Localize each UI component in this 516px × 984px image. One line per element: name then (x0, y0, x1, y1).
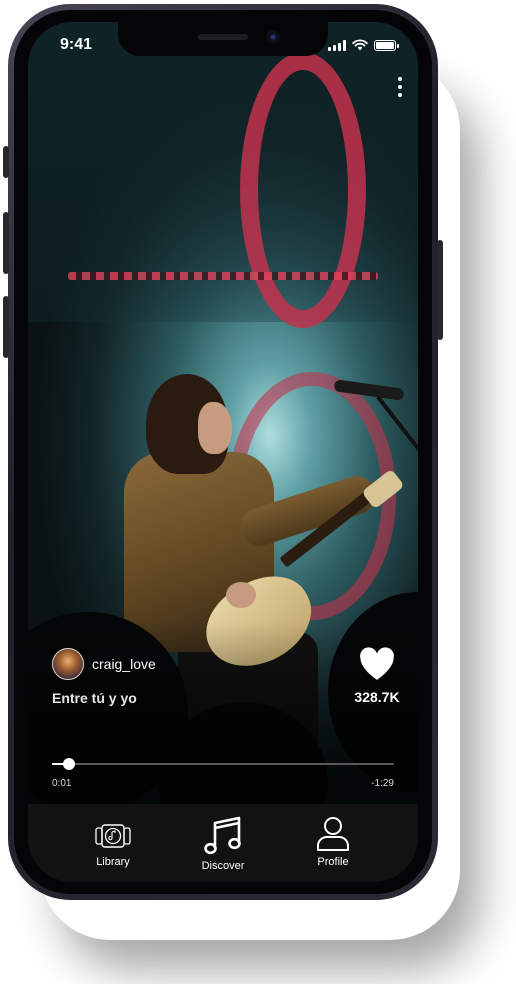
speaker-grille (198, 34, 248, 40)
tab-label-library: Library (96, 856, 130, 868)
like-count: 328.7K (354, 689, 400, 705)
avatar[interactable] (52, 648, 84, 680)
phone-screen: 9:41 craig_love Entre tú y yo 328.7K 0:0… (28, 22, 418, 882)
volume-up-button (3, 212, 9, 274)
heart-icon[interactable] (358, 646, 396, 682)
tab-library[interactable]: Library (58, 804, 168, 882)
concert-photo (28, 22, 418, 882)
power-button (437, 240, 443, 340)
action-button (3, 146, 9, 178)
notch (118, 22, 328, 56)
song-title: Entre tú y yo (52, 690, 137, 706)
more-options-icon[interactable] (392, 74, 408, 100)
status-icons (328, 39, 399, 51)
album-icon (95, 824, 131, 848)
progress-track (52, 763, 394, 765)
artist-name[interactable]: craig_love (92, 656, 156, 672)
tab-bar: Library Discover Profile (28, 804, 418, 882)
tab-label-profile: Profile (317, 856, 349, 868)
volume-down-button (3, 296, 9, 358)
signal-icon (328, 39, 346, 51)
music-note-icon (204, 816, 241, 855)
artist-info[interactable]: craig_love (52, 648, 156, 680)
tab-discover[interactable]: Discover (168, 804, 278, 882)
remaining-time: -1:29 (371, 778, 394, 789)
tab-profile[interactable]: Profile (278, 804, 388, 882)
elapsed-time: 0:01 (52, 778, 72, 789)
progress-slider[interactable] (52, 756, 394, 772)
progress-handle[interactable] (63, 758, 76, 770)
front-camera (266, 30, 280, 44)
battery-icon (374, 39, 399, 51)
status-time: 9:41 (60, 36, 93, 53)
tab-label-discover: Discover (201, 860, 245, 872)
person-icon (317, 817, 349, 851)
wifi-icon (352, 39, 368, 51)
